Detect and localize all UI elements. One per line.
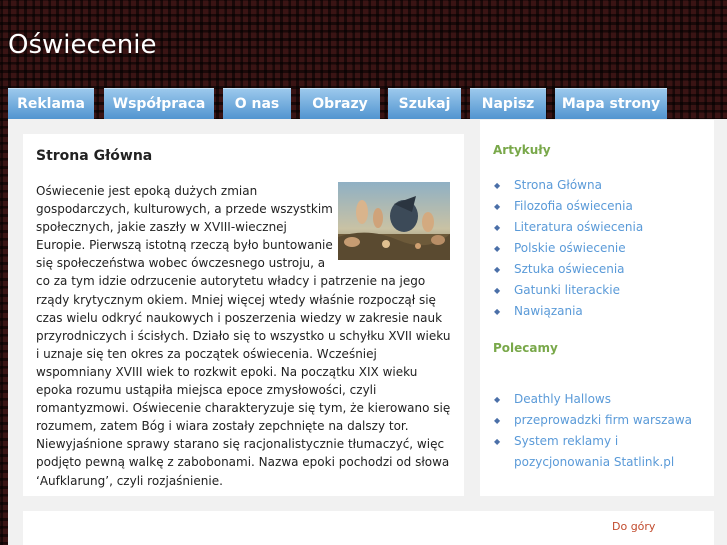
list-item: ◆ Literatura oświecenia [493, 217, 643, 238]
sidebar-link-polskie[interactable]: Polskie oświecenie [514, 241, 626, 255]
list-item: ◆ Filozofia oświecenia [493, 196, 643, 217]
list-item: ◆ System reklamy i pozycjonowania Statlin… [493, 431, 693, 473]
sidebar: Artykuły ◆ Strona Główna ◆ Filozofia oświe… [480, 120, 714, 496]
bullet-icon: ◆ [494, 286, 501, 295]
bullet-icon: ◆ [494, 395, 501, 404]
bullet-icon: ◆ [494, 416, 501, 425]
list-item: ◆ Nawiązania [493, 301, 643, 322]
recommended-list: ◆ Deathly Hallows ◆ przeprowadzki firm war… [493, 389, 693, 473]
sidebar-link-przeprowadzki[interactable]: przeprowadzki firm warszawa [514, 413, 692, 427]
main-content: Strona Główna Oświecenie jest epoką duży… [23, 134, 464, 496]
sidebar-heading-articles: Artykuły [493, 143, 551, 157]
nav-item-napisz[interactable]: Napisz [470, 88, 546, 120]
sidebar-link-sztuka[interactable]: Sztuka oświecenia [514, 262, 625, 276]
sidebar-link-literatura[interactable]: Literatura oświecenia [514, 220, 643, 234]
nav-item-mapa-strony[interactable]: Mapa strony [555, 88, 667, 120]
nav-item-wspolpraca[interactable]: Współpraca [104, 88, 214, 120]
articles-list: ◆ Strona Główna ◆ Filozofia oświecenia ◆ Li… [493, 175, 643, 322]
sidebar-link-deathly-hallows[interactable]: Deathly Hallows [514, 392, 611, 406]
list-item: ◆ Gatunki literackie [493, 280, 643, 301]
list-item: ◆ Polskie oświecenie [493, 238, 643, 259]
footer: Do góry [23, 511, 714, 545]
back-to-top-link[interactable]: Do góry [612, 520, 655, 533]
sidebar-link-nawiazania[interactable]: Nawiązania [514, 304, 583, 318]
bullet-icon: ◆ [494, 181, 501, 190]
nav-item-szukaj[interactable]: Szukaj [388, 88, 461, 120]
list-item: ◆ Deathly Hallows [493, 389, 693, 410]
list-item: ◆ Strona Główna [493, 175, 643, 196]
bullet-icon: ◆ [494, 265, 501, 274]
sidebar-heading-recommended: Polecamy [493, 341, 558, 355]
sidebar-link-filozofia[interactable]: Filozofia oświecenia [514, 199, 633, 213]
nav-item-o-nas[interactable]: O nas [223, 88, 291, 120]
bullet-icon: ◆ [494, 437, 501, 446]
nav-item-reklama[interactable]: Reklama [8, 88, 94, 120]
list-item: ◆ Sztuka oświecenia [493, 259, 643, 280]
page-title: Strona Główna [36, 148, 153, 164]
sidebar-link-gatunki[interactable]: Gatunki literackie [514, 283, 620, 297]
bullet-icon: ◆ [494, 223, 501, 232]
list-item: ◆ przeprowadzki firm warszawa [493, 410, 693, 431]
bullet-icon: ◆ [494, 244, 501, 253]
site-title[interactable]: Oświecenie [8, 30, 156, 60]
bullet-icon: ◆ [494, 307, 501, 316]
sidebar-link-strona-glowna[interactable]: Strona Główna [514, 178, 602, 192]
main-nav: Reklama Współpraca O nas Obrazy Szukaj N… [8, 88, 727, 120]
article-body: Oświecenie jest epoką dużych zmian gospo… [36, 182, 452, 490]
nav-item-obrazy[interactable]: Obrazy [300, 88, 380, 120]
bullet-icon: ◆ [494, 202, 501, 211]
sidebar-link-statlink[interactable]: System reklamy i pozycjonowania Statlink… [514, 434, 674, 469]
